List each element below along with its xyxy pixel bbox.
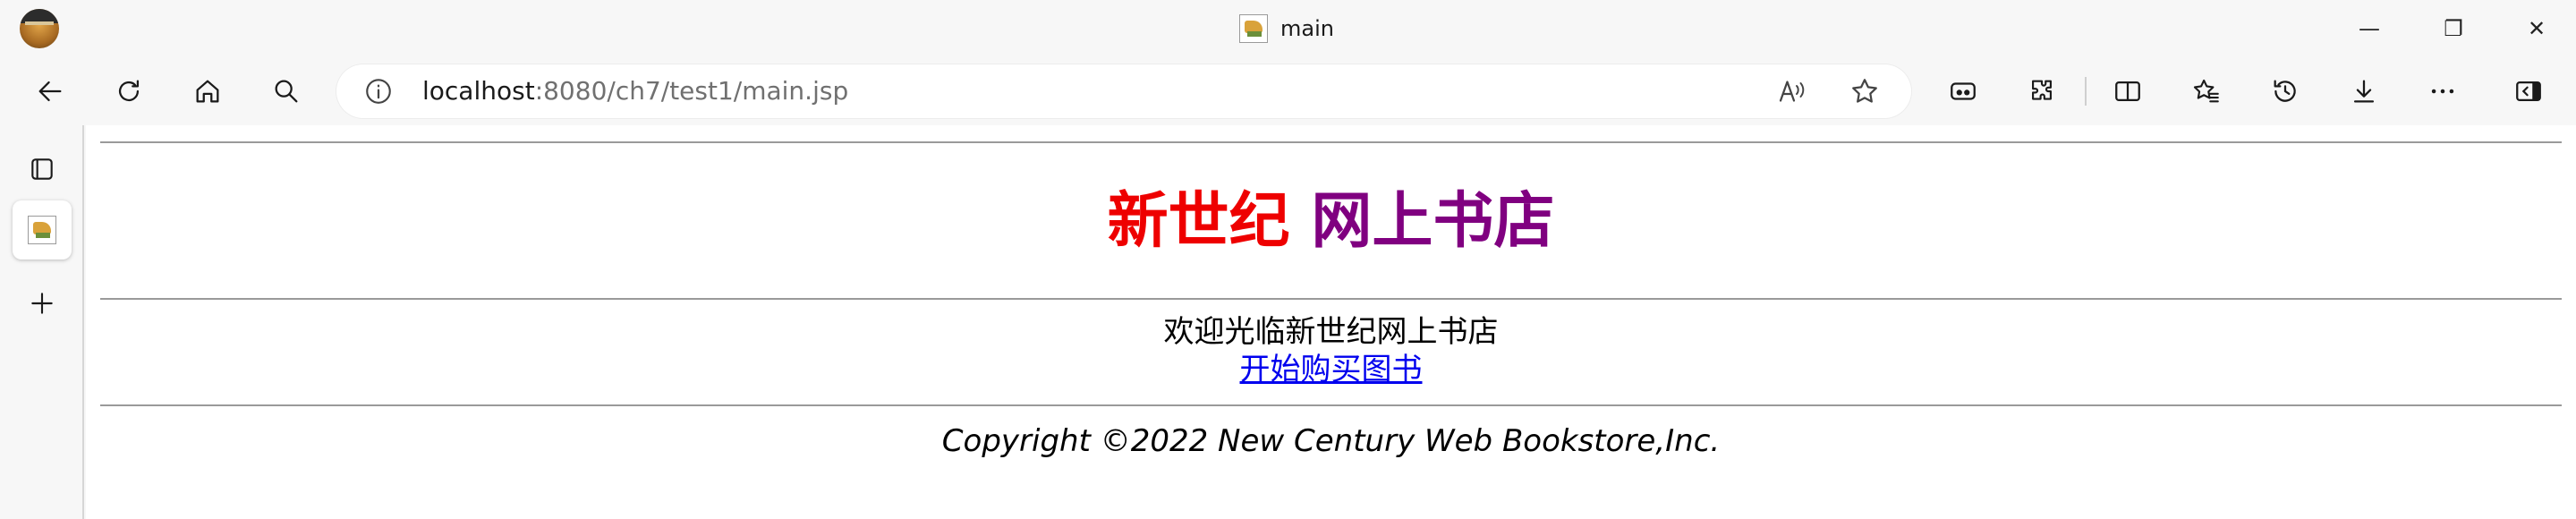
downloads-icon [2353,80,2375,103]
browser-toolbar: localhost:8080/ch7/test1/main.jsp [0,57,2576,125]
favorite-icon[interactable] [1849,75,1881,107]
sidebar-toggle-icon [2516,81,2541,102]
back-icon [38,81,62,102]
new-tab-button[interactable] [13,274,72,333]
sidebar-tab-main[interactable] [13,200,72,260]
tab-actions-button[interactable] [1940,68,1986,115]
restore-button[interactable]: ❐ [2414,0,2493,57]
extensions-button[interactable] [2019,68,2065,115]
tab-favicon [28,216,56,244]
tab-actions-icon [1951,82,1976,100]
close-icon: ✕ [2527,16,2546,41]
heading-online-bookstore: 网上书店 [1311,186,1555,257]
start-shopping-link-row: 开始购买图书 [86,351,2576,388]
copyright-text: Copyright ©2022 New Century Web Bookstor… [941,423,1721,459]
downloads-button[interactable] [2341,68,2387,115]
url-text[interactable]: localhost:8080/ch7/test1/main.jsp [422,76,848,106]
search-button[interactable] [263,68,310,115]
home-button[interactable] [184,68,231,115]
avatar-brim [25,21,54,25]
history-button[interactable] [2262,68,2308,115]
address-bar[interactable]: localhost:8080/ch7/test1/main.jsp [336,64,1911,118]
top-divider [100,141,2562,143]
vertical-tabs-sidebar [0,125,84,519]
split-screen-icon [2115,81,2140,102]
refresh-icon [118,80,140,102]
start-shopping-link[interactable]: 开始购买图书 [1240,352,1423,387]
favorites-icon [2193,79,2219,103]
close-button[interactable]: ✕ [2497,0,2576,57]
window-title-text: main [1280,16,1334,41]
page-heading: 新世纪 网上书店 [86,186,2576,258]
title-bar: main — ❐ ✕ [0,0,2576,57]
bottom-divider [100,404,2562,406]
history-icon [2274,80,2296,102]
url-path: :8080/ch7/test1/main.jsp [534,76,849,106]
heading-new-century: 新世纪 [1107,186,1290,257]
profile-avatar[interactable] [20,9,59,48]
refresh-button[interactable] [106,68,152,115]
home-icon [196,80,219,103]
more-icon [2431,89,2454,94]
minimize-button[interactable]: — [2330,0,2409,57]
tab-actions-icon [31,158,53,180]
favorites-button[interactable] [2183,68,2230,115]
read-aloud-icon[interactable] [1775,75,1807,107]
middle-divider [100,298,2562,300]
split-screen-button[interactable] [2104,68,2151,115]
back-button[interactable] [27,68,73,115]
info-icon[interactable] [363,76,394,106]
sidebar-toggle-button[interactable] [2505,68,2552,115]
extensions-icon [2032,80,2052,100]
minimize-icon: — [2359,16,2380,41]
welcome-text: 欢迎光临新世纪网上书店 [1163,314,1499,350]
restore-icon: ❐ [2444,16,2463,41]
window-title: main [1239,13,1334,45]
tab-actions-menu-button[interactable] [13,140,72,199]
page-content: 新世纪 网上书店 欢迎光临新世纪网上书店 开始购买图书 Copyright ©2… [86,125,2576,519]
url-host: localhost [422,76,535,106]
more-button[interactable] [2419,68,2466,115]
page-favicon [1239,14,1268,43]
toolbar-separator [2085,77,2087,106]
search-icon [275,80,298,103]
new-tab-icon [31,293,53,314]
